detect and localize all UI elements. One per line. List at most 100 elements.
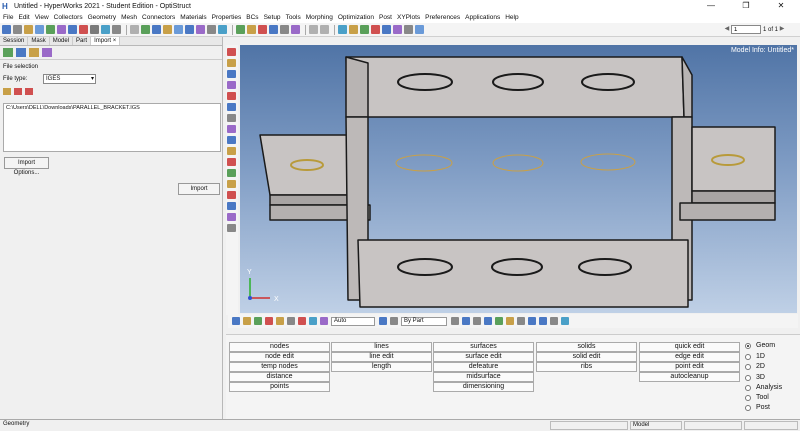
- bookmark-icon[interactable]: [506, 317, 514, 325]
- menu-connectors[interactable]: Connectors: [142, 14, 175, 21]
- dimensioning-button[interactable]: dimensioning: [433, 382, 534, 392]
- remove-file-icon[interactable]: [25, 88, 33, 95]
- import-button[interactable]: Import: [178, 183, 220, 195]
- mask-icon[interactable]: [112, 25, 121, 34]
- import-geometry-icon[interactable]: [16, 48, 26, 57]
- shading-icon[interactable]: [379, 317, 387, 325]
- geometry-style-icon[interactable]: [451, 317, 459, 325]
- solid-tool-icon[interactable]: [227, 92, 236, 100]
- minus-icon[interactable]: [550, 317, 558, 325]
- radio-geom[interactable]: Geom: [745, 342, 775, 349]
- menu-materials[interactable]: Materials: [180, 14, 206, 21]
- element-style-icon[interactable]: [473, 317, 481, 325]
- surface-edit-button[interactable]: surface edit: [433, 352, 534, 362]
- fit-icon[interactable]: [174, 25, 183, 34]
- connector-display-icon[interactable]: [287, 317, 295, 325]
- edge-style-icon[interactable]: [462, 317, 470, 325]
- wireframe-icon[interactable]: [247, 25, 256, 34]
- display-icon[interactable]: [101, 25, 110, 34]
- node-edit-button[interactable]: node edit: [229, 352, 330, 362]
- load-tool-icon[interactable]: [227, 158, 236, 166]
- menu-geometry[interactable]: Geometry: [88, 14, 117, 21]
- menu-file[interactable]: File: [3, 14, 13, 21]
- loadcol-icon[interactable]: [371, 25, 380, 34]
- defeature-button[interactable]: defeature: [433, 362, 534, 372]
- options-icon[interactable]: [90, 25, 99, 34]
- view-front-icon[interactable]: [185, 25, 194, 34]
- constraint-icon[interactable]: [227, 169, 236, 177]
- file-path[interactable]: C:\Users\DELL\Downloads\PARALLEL_BRACKET…: [6, 105, 218, 111]
- menu-collectors[interactable]: Collectors: [54, 14, 83, 21]
- menu-morphing[interactable]: Morphing: [306, 14, 333, 21]
- autocleanup-button[interactable]: autocleanup: [639, 372, 740, 382]
- maximize-button[interactable]: ❐: [731, 0, 761, 12]
- system-display-icon[interactable]: [276, 317, 284, 325]
- ribs-button[interactable]: ribs: [536, 362, 637, 372]
- menu-setup[interactable]: Setup: [264, 14, 281, 21]
- midsurface-button[interactable]: midsurface: [433, 372, 534, 382]
- tab-mask[interactable]: Mask: [28, 37, 50, 45]
- pan-icon[interactable]: [163, 25, 172, 34]
- import-connectors-icon[interactable]: [42, 48, 52, 57]
- display-mode-select[interactable]: Auto: [331, 316, 375, 326]
- menu-bcs[interactable]: BCs: [246, 14, 258, 21]
- entity-select-icon[interactable]: [232, 317, 240, 325]
- select-files-icon[interactable]: [14, 88, 22, 95]
- minimize-button[interactable]: —: [696, 0, 726, 12]
- cube-icon[interactable]: [68, 25, 77, 34]
- rotate-icon[interactable]: [152, 25, 161, 34]
- mesh-icon[interactable]: [57, 25, 66, 34]
- mesh-display-icon[interactable]: [254, 317, 262, 325]
- reverse-icon[interactable]: [561, 317, 569, 325]
- query-icon[interactable]: [227, 59, 236, 67]
- vector-icon[interactable]: [309, 317, 317, 325]
- property-tool-icon[interactable]: [227, 147, 236, 155]
- material-icon[interactable]: [360, 25, 369, 34]
- radio-3d[interactable]: 3D: [745, 374, 765, 381]
- menu-tools[interactable]: Tools: [286, 14, 301, 21]
- menu-view[interactable]: View: [35, 14, 49, 21]
- export-icon[interactable]: [46, 25, 55, 34]
- radio-2d[interactable]: 2D: [745, 363, 765, 370]
- view-iso-icon[interactable]: [218, 25, 227, 34]
- surface-tool-icon[interactable]: [227, 81, 236, 89]
- undo-icon[interactable]: [309, 25, 318, 34]
- next-view-icon[interactable]: [539, 317, 547, 325]
- component-display-icon[interactable]: [243, 317, 251, 325]
- quality-icon[interactable]: [227, 114, 236, 122]
- save-icon[interactable]: [24, 25, 33, 34]
- visualization-icon[interactable]: [390, 317, 398, 325]
- length-button[interactable]: length: [331, 362, 432, 372]
- shaded-icon[interactable]: [236, 25, 245, 34]
- elements-icon[interactable]: [258, 25, 267, 34]
- zoom-icon[interactable]: [2, 25, 11, 34]
- radio-tool[interactable]: Tool: [745, 394, 769, 401]
- close-button[interactable]: ✕: [766, 0, 796, 12]
- user-icon[interactable]: [393, 25, 402, 34]
- temp-nodes-button[interactable]: temp nodes: [229, 362, 330, 372]
- point-edit-button[interactable]: point edit: [639, 362, 740, 372]
- view-tool-icon[interactable]: [227, 48, 236, 56]
- menu-xyplots[interactable]: XYPlots: [397, 14, 420, 21]
- page-input[interactable]: [730, 25, 761, 34]
- edge-edit-button[interactable]: edge edit: [639, 352, 740, 362]
- lines-button[interactable]: lines: [331, 342, 432, 352]
- solids-button[interactable]: solids: [536, 342, 637, 352]
- graphics-viewport[interactable]: Model Info: Untitled* Y X: [240, 45, 797, 313]
- color-by-select[interactable]: By Part: [401, 316, 447, 326]
- radio-1d[interactable]: 1D: [745, 353, 765, 360]
- geometry-tool-icon[interactable]: [227, 70, 236, 78]
- connector-tool-icon[interactable]: [227, 125, 236, 133]
- view-top-icon[interactable]: [196, 25, 205, 34]
- feature-icon[interactable]: [495, 317, 503, 325]
- menu-applications[interactable]: Applications: [465, 14, 500, 21]
- clear-icon[interactable]: [298, 317, 306, 325]
- import-options-button[interactable]: Import Options...: [4, 157, 49, 176]
- nodes-button[interactable]: nodes: [229, 342, 330, 352]
- load-display-icon[interactable]: [265, 317, 273, 325]
- component-icon[interactable]: [338, 25, 347, 34]
- import-solver-deck-icon[interactable]: [29, 48, 39, 57]
- layout-icon[interactable]: [404, 25, 413, 34]
- window-icon[interactable]: [415, 25, 424, 34]
- loadstep-icon[interactable]: [382, 25, 391, 34]
